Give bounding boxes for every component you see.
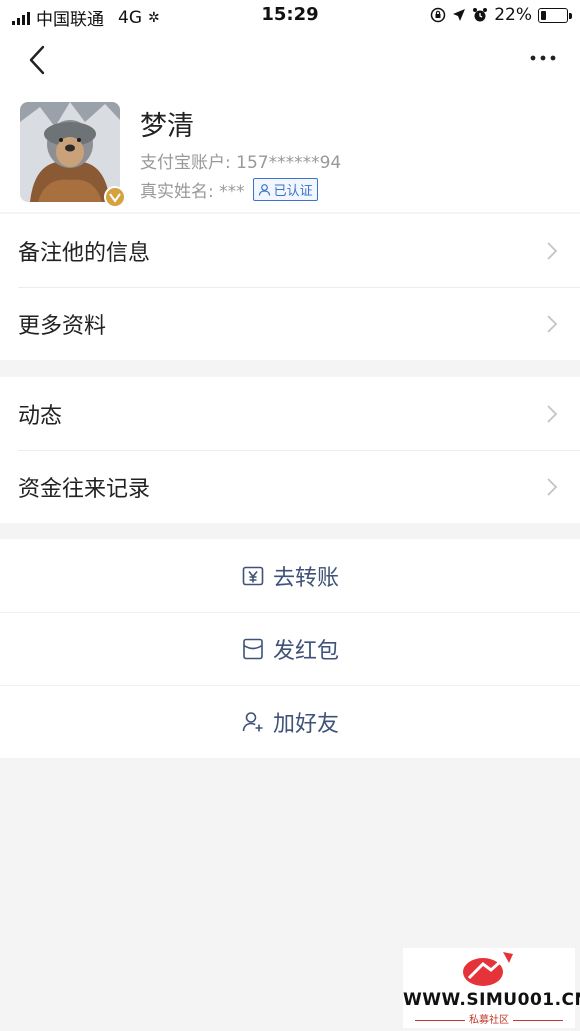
menu-item-remark-info[interactable]: 备注他的信息 <box>0 214 580 287</box>
menu-item-fund-records[interactable]: 资金往来记录 <box>0 450 580 523</box>
action-label: 加好友 <box>272 711 339 737</box>
menu-item-label: 更多资料 <box>18 313 107 339</box>
chevron-right-icon <box>547 405 558 423</box>
realname-label: 真实姓名: <box>140 182 214 202</box>
menu-group-activity: 动态 资金往来记录 <box>0 377 580 523</box>
watermark-subtext: 私募社区 <box>403 1011 575 1026</box>
menu-item-label: 资金往来记录 <box>18 476 151 502</box>
chevron-right-icon <box>547 315 558 333</box>
menu-group-info: 备注他的信息 更多资料 <box>0 214 580 360</box>
more-options-icon[interactable] <box>528 46 558 70</box>
chevron-right-icon <box>547 478 558 496</box>
orientation-lock-icon <box>430 7 446 23</box>
verified-label: 已认证 <box>273 184 313 199</box>
nav-bar <box>0 30 580 92</box>
verified-badge: 已认证 <box>252 178 318 201</box>
chevron-right-icon <box>547 242 558 260</box>
account-value: 157******94 <box>236 153 342 173</box>
profile-name: 梦清 <box>140 111 194 142</box>
red-envelope-icon <box>243 638 263 659</box>
realname-value: *** <box>219 182 245 202</box>
battery-icon <box>538 7 572 23</box>
action-group: 去转账 发红包 加好友 <box>0 539 580 758</box>
add-friend-button[interactable]: 加好友 <box>0 685 580 758</box>
action-label: 去转账 <box>272 565 339 591</box>
watermark-logo-icon <box>463 952 513 986</box>
action-label: 发红包 <box>272 638 339 664</box>
menu-item-label: 动态 <box>18 403 63 429</box>
add-friend-icon <box>242 711 263 731</box>
red-envelope-button[interactable]: 发红包 <box>0 612 580 685</box>
avatar[interactable] <box>20 102 120 202</box>
back-arrow-icon[interactable] <box>24 42 54 78</box>
menu-item-more-info[interactable]: 更多资料 <box>0 287 580 360</box>
vip-badge-icon <box>104 186 126 208</box>
location-icon <box>453 9 466 21</box>
realname-info: 真实姓名: *** 已认证 <box>140 177 318 202</box>
watermark: WWW.SIMU001.CN 私募社区 <box>403 948 580 1028</box>
yuan-transfer-icon <box>242 566 264 585</box>
profile-header: 梦清 支付宝账户: 157******94 真实姓名: *** 已认证 <box>0 92 580 212</box>
battery-percent: 22% <box>494 5 532 25</box>
transfer-button[interactable]: 去转账 <box>0 539 580 612</box>
menu-item-label: 备注他的信息 <box>18 240 151 266</box>
alarm-icon <box>473 8 488 22</box>
account-label: 支付宝账户: <box>140 153 231 173</box>
account-info: 支付宝账户: 157******94 <box>140 148 341 173</box>
menu-item-moments[interactable]: 动态 <box>0 377 580 450</box>
status-bar: 中国联通 4G ✲ 15:29 22% <box>0 0 580 30</box>
verified-person-icon <box>258 184 270 196</box>
watermark-text: WWW.SIMU001.CN <box>403 990 580 1010</box>
